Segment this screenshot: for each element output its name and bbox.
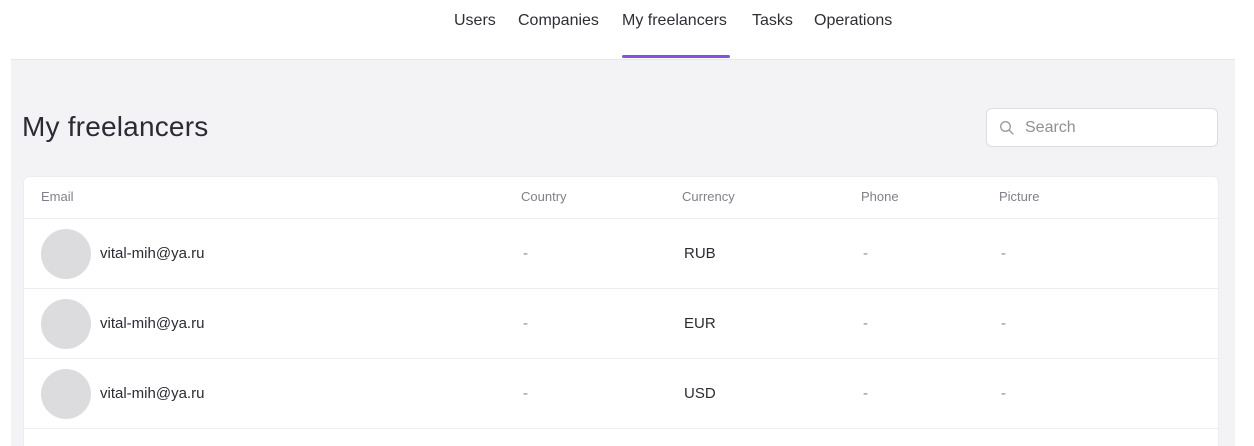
cell-email: vital-mih@ya.ru (100, 315, 205, 332)
cell-email: vital-mih@ya.ru (100, 385, 205, 402)
cell-country: - (523, 385, 528, 402)
column-header-picture[interactable]: Picture (999, 189, 1039, 205)
avatar (41, 369, 91, 419)
column-header-phone[interactable]: Phone (861, 189, 899, 205)
table-row[interactable]: vital-mih@ya.ru - EUR - - (24, 289, 1218, 359)
search-icon (999, 120, 1014, 135)
cell-phone: - (863, 315, 868, 332)
table-row[interactable]: vital-mih@ya.ru - RUB - - (24, 219, 1218, 289)
nav-tab-my-freelancers[interactable]: My freelancers (622, 11, 727, 31)
cell-picture: - (1001, 315, 1006, 332)
freelancers-table: Email Country Currency Phone Picture vit… (23, 176, 1219, 446)
avatar (41, 229, 91, 279)
avatar (41, 299, 91, 349)
column-header-email[interactable]: Email (41, 189, 74, 205)
cell-country: - (523, 245, 528, 262)
cell-currency: RUB (684, 245, 716, 262)
nav-tab-users[interactable]: Users (454, 11, 496, 31)
top-navigation: Users Companies My freelancers Tasks Ope… (0, 0, 1254, 60)
table-row[interactable]: vital-mih@ya.ru - USD - - (24, 359, 1218, 429)
cell-picture: - (1001, 385, 1006, 402)
active-tab-indicator (622, 55, 730, 58)
cell-phone: - (863, 385, 868, 402)
cell-picture: - (1001, 245, 1006, 262)
cell-country: - (523, 315, 528, 332)
cell-currency: EUR (684, 315, 716, 332)
page-title: My freelancers (22, 111, 209, 142)
search-input[interactable] (1025, 117, 1210, 139)
search-box[interactable] (986, 108, 1218, 147)
column-header-country[interactable]: Country (521, 189, 567, 205)
cell-email: vital-mih@ya.ru (100, 245, 205, 262)
nav-tab-operations[interactable]: Operations (814, 11, 892, 31)
nav-tab-tasks[interactable]: Tasks (752, 11, 793, 31)
column-header-currency[interactable]: Currency (682, 189, 735, 205)
cell-phone: - (863, 245, 868, 262)
cell-currency: USD (684, 385, 716, 402)
nav-tab-companies[interactable]: Companies (518, 11, 599, 31)
table-header: Email Country Currency Phone Picture (24, 177, 1218, 219)
